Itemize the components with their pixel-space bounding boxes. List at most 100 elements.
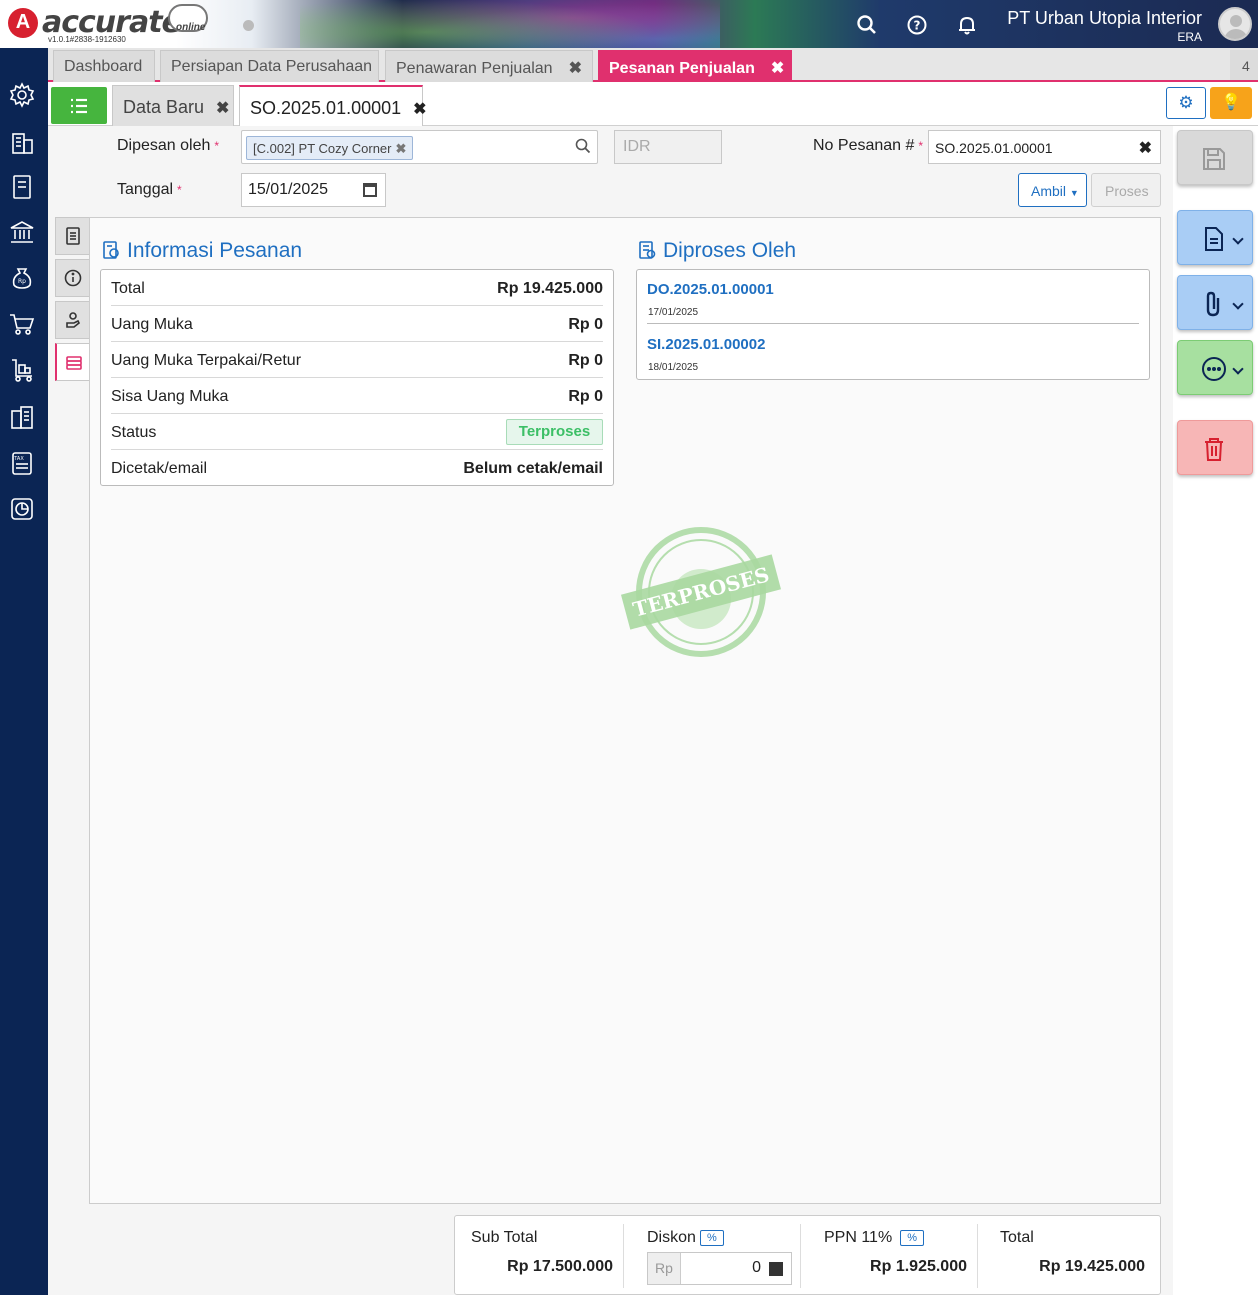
warehouse-icon[interactable] [8, 403, 36, 431]
avatar[interactable] [1218, 7, 1252, 41]
vtab-status[interactable] [55, 343, 90, 381]
floppy-disk-icon [1203, 148, 1225, 170]
ppn-value: Rp 1.925.000 [870, 1258, 967, 1275]
date-input[interactable]: 15/01/2025 [241, 173, 386, 207]
search-icon[interactable] [856, 14, 878, 36]
tab-penawaran-penjualan[interactable]: Penawaran Penjualan ✖ [385, 50, 593, 82]
clear-icon[interactable]: ✖ [1139, 138, 1152, 158]
more-actions-button[interactable] [1177, 340, 1253, 395]
attachment-button[interactable] [1177, 275, 1253, 330]
tab-label: Dashboard [64, 58, 143, 75]
delete-button[interactable] [1177, 420, 1253, 475]
vtab-info[interactable] [55, 259, 90, 297]
remove-tag-icon[interactable]: ✖ [395, 141, 406, 156]
trolley-icon[interactable] [8, 356, 36, 384]
svg-text:TAX: TAX [13, 456, 24, 462]
tab-count[interactable]: 4 [1230, 50, 1258, 80]
customer-tag-label: [C.002] PT Cozy Corner [253, 141, 392, 156]
tab-persiapan-data[interactable]: Persiapan Data Perusahaan [160, 50, 379, 82]
info-row-total: Total Rp 19.425.000 [111, 270, 603, 306]
customer-input[interactable]: [C.002] PT Cozy Corner ✖ [241, 130, 598, 164]
tab-dashboard[interactable]: Dashboard [53, 50, 155, 82]
tax-document-icon[interactable]: TAX [8, 449, 36, 477]
vtab-cost[interactable] [55, 301, 90, 339]
chevron-down-icon: ▼ [1069, 188, 1079, 198]
dipesan-label: Dipesan oleh * [117, 137, 220, 154]
help-icon[interactable]: ? [906, 14, 928, 36]
info-icon [64, 269, 82, 287]
ambil-button[interactable]: Ambil ▼ [1018, 173, 1087, 207]
report-chart-icon[interactable] [8, 495, 36, 523]
process-number-link[interactable]: SI.2025.01.00002 [647, 336, 765, 353]
document-list-icon [639, 241, 656, 259]
tanggal-label: Tanggal * [117, 181, 182, 198]
currency-field[interactable]: IDR [614, 130, 722, 164]
tab-label: Penawaran Penjualan [396, 60, 553, 77]
info-row-sisa-uang-muka: Sisa Uang Muka Rp 0 [111, 378, 603, 414]
process-date: 17/01/2025 [648, 307, 699, 318]
process-number-link[interactable]: DO.2025.01.00001 [647, 281, 774, 298]
company-info[interactable]: PT Urban Utopia Interior ERA [1007, 8, 1202, 44]
status-badge: Terproses [506, 419, 603, 445]
customer-tag[interactable]: [C.002] PT Cozy Corner ✖ [246, 136, 414, 160]
print-button[interactable] [1177, 210, 1253, 265]
vtab-detail[interactable] [55, 217, 90, 255]
tab-label: Persiapan Data Perusahaan [171, 58, 373, 75]
status-dot [243, 20, 254, 31]
stack-icon [66, 356, 82, 370]
info-row-dicetak: Dicetak/email Belum cetak/email [111, 460, 603, 477]
company-building-icon[interactable] [8, 128, 36, 156]
close-icon[interactable]: ✖ [413, 101, 426, 118]
tab-label: Pesanan Penjualan [609, 60, 755, 77]
tab-label: Data Baru [123, 97, 205, 117]
diskon-label: Diskon% [647, 1229, 724, 1247]
settings-button[interactable]: ⚙ [1166, 87, 1206, 119]
total-label: Total [1000, 1229, 1034, 1246]
money-bag-icon[interactable]: Rp [8, 263, 36, 291]
calendar-icon[interactable] [363, 183, 377, 197]
bell-icon[interactable] [956, 14, 978, 36]
list-item[interactable]: DO.2025.01.00001 17/01/2025 [647, 270, 1139, 324]
diskon-input[interactable]: Rp 0 [647, 1252, 792, 1285]
close-icon[interactable]: ✖ [771, 60, 784, 77]
settings-gear-icon[interactable] [8, 81, 36, 109]
tab-so-document[interactable]: SO.2025.01.00001 ✖ [239, 85, 427, 127]
list-icon [71, 98, 87, 114]
header-decoration [300, 0, 720, 48]
list-item[interactable]: SI.2025.01.00002 18/01/2025 [647, 325, 1139, 379]
top-header: A accurate online v1.0.1#2838-1912630 ? … [0, 0, 1258, 48]
tips-button[interactable]: 💡 [1210, 87, 1252, 119]
total-value: Rp 19.425.000 [1039, 1258, 1145, 1275]
close-icon[interactable]: ✖ [216, 100, 229, 117]
bank-icon[interactable] [8, 218, 36, 246]
percent-toggle[interactable]: % [900, 1230, 925, 1246]
more-dots-icon [1202, 357, 1226, 381]
gear-icon: ⚙ [1178, 93, 1194, 112]
save-button[interactable] [1177, 130, 1253, 185]
close-icon[interactable]: ✖ [569, 60, 582, 77]
shopping-cart-icon[interactable] [8, 310, 36, 338]
info-row-uang-muka: Uang Muka Rp 0 [111, 306, 603, 342]
document-icon [1205, 227, 1223, 251]
no-pesanan-input[interactable]: SO.2025.01.00001 ✖ [928, 130, 1161, 164]
processed-box: DO.2025.01.00001 17/01/2025 SI.2025.01.0… [636, 269, 1150, 380]
totals-summary: Sub Total Rp 17.500.000 Diskon% Rp 0 PPN… [454, 1215, 1161, 1295]
proses-button[interactable]: Proses [1091, 173, 1161, 207]
trash-icon [1205, 438, 1223, 461]
detail-panel: Informasi Pesanan Total Rp 19.425.000 Uan… [89, 217, 1161, 1204]
search-icon[interactable] [575, 138, 591, 159]
tab-pesanan-penjualan[interactable]: Pesanan Penjualan ✖ [598, 50, 792, 82]
date-value: 15/01/2025 [248, 181, 329, 198]
chevron-down-icon [1232, 298, 1244, 310]
info-box: Total Rp 19.425.000 Uang Muka Rp 0 Uang Mu… [100, 269, 614, 486]
info-document-icon [103, 241, 119, 259]
currency-prefix: Rp [648, 1253, 681, 1284]
list-view-button[interactable] [51, 87, 107, 124]
logo-sub: online [176, 22, 206, 33]
tab-data-baru[interactable]: Data Baru ✖ [112, 85, 234, 126]
percent-toggle[interactable]: % [699, 1230, 724, 1246]
calculator-icon[interactable] [769, 1262, 783, 1276]
tab-label: SO.2025.01.00001 [250, 98, 402, 118]
document-icon [66, 227, 80, 245]
ledger-book-icon[interactable] [8, 173, 36, 201]
